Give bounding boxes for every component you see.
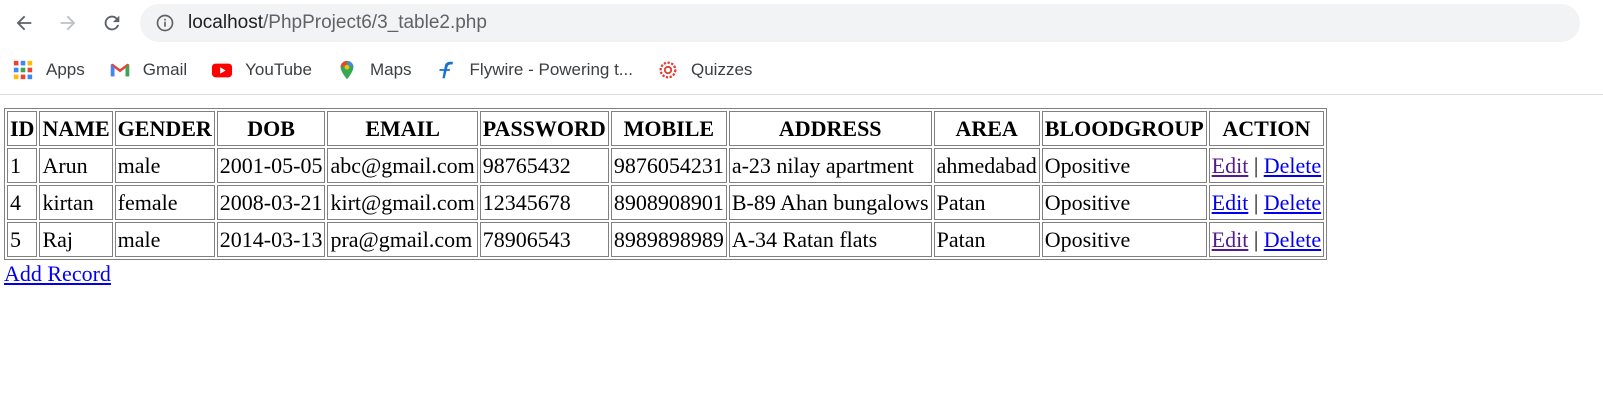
cell-mobile: 9876054231 — [610, 148, 727, 183]
bookmark-youtube[interactable]: YouTube — [211, 59, 312, 81]
bookmark-label: Apps — [46, 60, 85, 79]
cell-area: ahmedabad — [933, 148, 1040, 183]
column-header-email: EMAIL — [327, 111, 478, 146]
bookmark-maps[interactable]: Maps — [336, 59, 412, 81]
column-header-bloodgroup: BLOODGROUP — [1041, 111, 1207, 146]
youtube-icon — [211, 59, 233, 81]
cell-action: Edit | Delete — [1208, 148, 1325, 183]
cell-bloodgroup: Opositive — [1041, 185, 1207, 220]
cell-email: kirt@gmail.com — [327, 185, 478, 220]
back-arrow-icon — [16, 15, 32, 31]
bookmark-apps[interactable]: Apps — [12, 59, 85, 81]
cell-gender: male — [114, 148, 215, 183]
column-header-gender: GENDER — [114, 111, 215, 146]
cell-password: 78906543 — [479, 222, 609, 257]
column-header-address: ADDRESS — [728, 111, 932, 146]
bookmark-flywire[interactable]: Flywire - Powering t... — [436, 59, 633, 81]
records-table: ID NAME GENDER DOB EMAIL PASSWORD MOBILE… — [4, 108, 1328, 260]
column-header-action: ACTION — [1208, 111, 1325, 146]
url-text: localhost/PhpProject6/3_table2.php — [188, 12, 487, 34]
cell-action: Edit | Delete — [1208, 185, 1325, 220]
cell-area: Patan — [933, 185, 1040, 220]
bookmark-label: Gmail — [142, 60, 188, 79]
browser-toolbar: localhost/PhpProject6/3_table2.php — [0, 0, 1603, 46]
edit-link[interactable]: Edit — [1212, 153, 1249, 178]
bookmark-label: YouTube — [245, 60, 312, 79]
forward-button[interactable] — [48, 3, 88, 43]
cell-address: B-89 Ahan bungalows — [728, 185, 932, 220]
cell-address: A-34 Ratan flats — [728, 222, 932, 257]
column-header-area: AREA — [933, 111, 1040, 146]
column-header-dob: DOB — [216, 111, 326, 146]
cell-mobile: 8908908901 — [610, 185, 727, 220]
cell-email: pra@gmail.com — [327, 222, 478, 257]
cell-action: Edit | Delete — [1208, 222, 1325, 257]
cell-password: 98765432 — [479, 148, 609, 183]
cell-password: 12345678 — [479, 185, 609, 220]
cell-name: Arun — [39, 148, 113, 183]
table-row: 5 Raj male 2014-03-13 pra@gmail.com 7890… — [7, 222, 1325, 257]
quizzes-icon — [657, 59, 679, 81]
bookmark-quizzes[interactable]: Quizzes — [657, 59, 752, 81]
bookmark-gmail[interactable]: Gmail — [109, 59, 187, 81]
delete-link[interactable]: Delete — [1264, 227, 1321, 252]
cell-area: Patan — [933, 222, 1040, 257]
edit-link[interactable]: Edit — [1212, 190, 1249, 215]
column-header-id: ID — [7, 111, 38, 146]
cell-name: kirtan — [39, 185, 113, 220]
cell-dob: 2008-03-21 — [216, 185, 326, 220]
cell-dob: 2014-03-13 — [216, 222, 326, 257]
cell-name: Raj — [39, 222, 113, 257]
cell-id: 4 — [7, 185, 38, 220]
cell-address: a-23 nilay apartment — [728, 148, 932, 183]
cell-gender: male — [114, 222, 215, 257]
cell-email: abc@gmail.com — [327, 148, 478, 183]
cell-gender: female — [114, 185, 215, 220]
apps-grid-icon — [12, 59, 34, 81]
cell-dob: 2001-05-05 — [216, 148, 326, 183]
action-separator: | — [1253, 226, 1259, 252]
cell-mobile: 8989898989 — [610, 222, 727, 257]
column-header-password: PASSWORD — [479, 111, 609, 146]
maps-icon — [336, 59, 358, 81]
delete-link[interactable]: Delete — [1264, 190, 1321, 215]
page-content: ID NAME GENDER DOB EMAIL PASSWORD MOBILE… — [0, 95, 1603, 287]
table-row: 1 Arun male 2001-05-05 abc@gmail.com 987… — [7, 148, 1325, 183]
url-host: localhost — [188, 12, 263, 33]
forward-arrow-icon — [60, 15, 76, 31]
table-row: 4 kirtan female 2008-03-21 kirt@gmail.co… — [7, 185, 1325, 220]
reload-button[interactable] — [92, 3, 132, 43]
bookmark-label: Maps — [369, 60, 412, 79]
gmail-icon — [109, 59, 131, 81]
reload-icon — [104, 15, 120, 31]
delete-link[interactable]: Delete — [1264, 153, 1321, 178]
cell-bloodgroup: Opositive — [1041, 222, 1207, 257]
column-header-name: NAME — [39, 111, 113, 146]
add-record-link[interactable]: Add Record — [4, 261, 111, 287]
cell-id: 5 — [7, 222, 38, 257]
table-header-row: ID NAME GENDER DOB EMAIL PASSWORD MOBILE… — [7, 111, 1325, 146]
url-path: /PhpProject6/3_table2.php — [263, 12, 487, 33]
bookmarks-bar: Apps Gmail YouTube Maps Flywire - Poweri… — [0, 46, 1603, 95]
flywire-icon — [436, 59, 458, 81]
back-button[interactable] — [4, 3, 44, 43]
site-info-icon[interactable] — [154, 12, 176, 34]
cell-id: 1 — [7, 148, 38, 183]
bookmark-label: Quizzes — [690, 60, 753, 79]
bookmark-label: Flywire - Powering t... — [469, 60, 633, 79]
cell-bloodgroup: Opositive — [1041, 148, 1207, 183]
address-bar[interactable]: localhost/PhpProject6/3_table2.php — [140, 4, 1580, 42]
action-separator: | — [1253, 152, 1259, 178]
action-separator: | — [1253, 189, 1259, 215]
edit-link[interactable]: Edit — [1212, 227, 1249, 252]
column-header-mobile: MOBILE — [610, 111, 727, 146]
